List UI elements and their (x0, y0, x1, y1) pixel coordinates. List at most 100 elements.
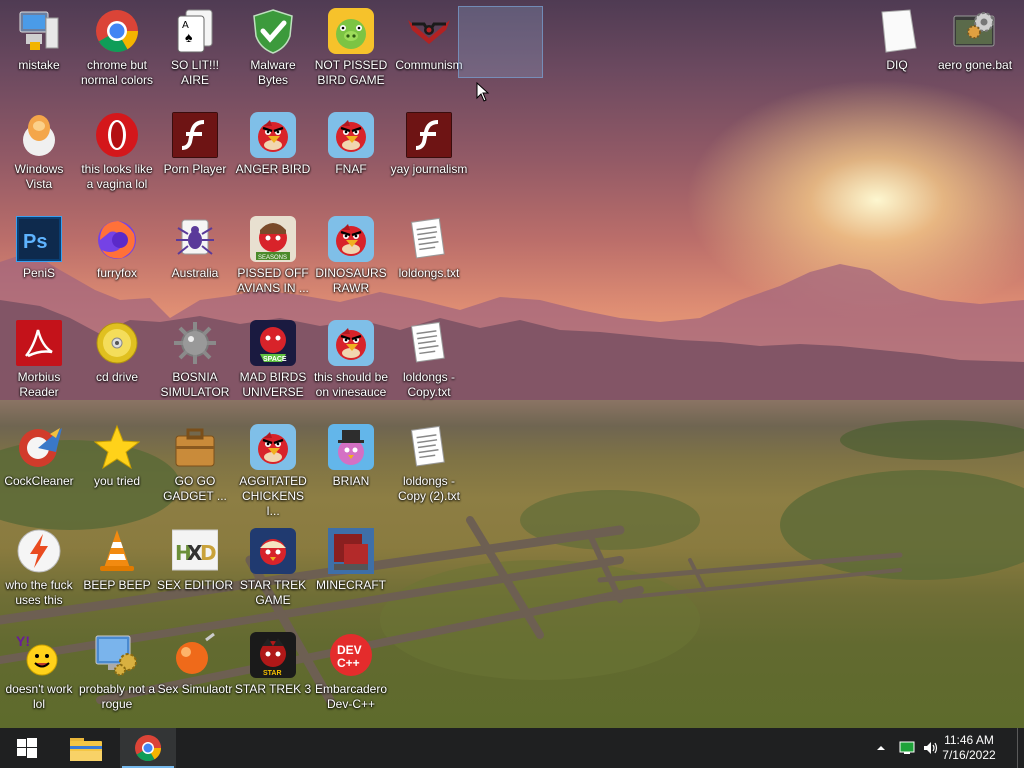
desktop-icon-label: ANGER BIRD (235, 162, 311, 176)
photoshop-icon: Ps (15, 215, 63, 263)
firefox-icon (94, 216, 140, 262)
communism-emblem-icon (406, 8, 452, 54)
desktop-icon[interactable]: Morbius Reader (0, 312, 78, 412)
show-hidden-icons-button[interactable] (872, 728, 890, 768)
ccleaner-icon (16, 424, 62, 470)
mouse-cursor-icon (476, 82, 490, 102)
desktop-icon[interactable]: BRIAN (312, 416, 390, 516)
desktop-icon[interactable]: loldongs - Copy (2).txt (390, 416, 468, 516)
desktop-icon-label: furryfox (96, 266, 137, 280)
network-icon (899, 741, 915, 754)
desktop-icon[interactable]: Sex Simulaotr (156, 624, 234, 724)
desktop-icon[interactable]: Windows Vista (0, 104, 78, 204)
svg-text:SPACE: SPACE (263, 356, 287, 363)
desktop-icon[interactable]: A ♠ SO LIT!!! AIRE (156, 0, 234, 100)
angry-birds-seasons-icon: SEASONS (250, 216, 296, 262)
desktop-icon[interactable]: NOT PISSED BIRD GAME (312, 0, 390, 100)
taskbar-chrome[interactable] (120, 728, 176, 768)
svg-text:C++: C++ (337, 656, 360, 670)
chrome-icon (135, 735, 162, 762)
desktop-icon[interactable]: Australia (156, 208, 234, 308)
angry-birds-space-icon: SPACE (250, 320, 296, 366)
desktop-icon[interactable]: ANGER BIRD (234, 104, 312, 204)
desktop-icon[interactable]: probably not a rogue (78, 624, 156, 724)
show-desktop-button[interactable] (1017, 728, 1024, 768)
dev-cpp-icon: DEV C++ (328, 632, 374, 678)
network-tray-button[interactable] (896, 728, 918, 768)
svg-text:Y!: Y! (16, 633, 30, 649)
desktop-icon[interactable]: who the fuck uses this (0, 520, 78, 620)
desktop-icon[interactable]: this should be on vinesauce (312, 312, 390, 412)
text-file-icon (406, 424, 452, 470)
start-button[interactable] (0, 728, 54, 768)
desktop-icon[interactable]: aero gone.bat (936, 0, 1014, 100)
desktop-icon[interactable]: yay journalism (390, 104, 468, 204)
desktop-icon-label: BRIAN (332, 474, 370, 488)
file-explorer-icon (70, 738, 102, 761)
desktop-icon-label: Porn Player (163, 162, 227, 176)
desktop-icon-label: NOT PISSED BIRD GAME (314, 58, 388, 87)
desktop-icon[interactable]: DINOSAURS RAWR (312, 208, 390, 308)
blank-document-icon (874, 8, 920, 54)
desktop-icon[interactable]: FNAF (312, 104, 390, 204)
desktop-icon-label: CockCleaner (4, 474, 74, 488)
desktop-icon[interactable]: cd drive (78, 312, 156, 412)
desktop-icon[interactable]: Malware Bytes (234, 0, 312, 100)
desktop-icon-label: chrome but normal colors (80, 58, 154, 87)
desktop-icon[interactable]: you tried (78, 416, 156, 516)
angry-birds-star-wars-icon (250, 528, 296, 574)
text-file-icon (406, 216, 452, 262)
desktop-icon[interactable]: Porn Player (156, 104, 234, 204)
desktop-icon[interactable]: mistake (0, 0, 78, 100)
minesweeper-mine-icon (172, 320, 218, 366)
desktop-icon[interactable]: SEASONS PISSED OFF AVIANS IN ... (234, 208, 312, 308)
desktop-icon-label: GO GO GADGET ... (163, 474, 227, 503)
desktop-icon-label: BOSNIA SIMULATOR (160, 370, 230, 399)
desktop-icon[interactable]: CockCleaner (0, 416, 78, 516)
hxd-editor-icon: HXD (171, 528, 219, 574)
desktop-icon[interactable]: Y! doesn't work lol (0, 624, 78, 724)
desktop-icon[interactable]: DEV C++ Embarcadero Dev-C++ (312, 624, 390, 724)
taskbar-file-explorer[interactable] (58, 728, 114, 768)
desktop-icon[interactable]: furryfox (78, 208, 156, 308)
desktop-icon[interactable]: loldongs.txt (390, 208, 468, 308)
desktop-icon-label: Malware Bytes (250, 58, 296, 87)
desktop-icon[interactable]: this looks like a vagina lol (78, 104, 156, 204)
desktop-icon[interactable]: GO GO GADGET ... (156, 416, 234, 516)
svg-text:STAR: STAR (263, 670, 282, 677)
desktop-icon[interactable]: Communism (390, 0, 468, 100)
desktop-icon[interactable]: BEEP BEEP (78, 520, 156, 620)
desktop-icon-label: cd drive (95, 370, 139, 384)
desktop-icon[interactable]: AGGITATED CHICKENS I... (234, 416, 312, 518)
lightning-icon (16, 528, 62, 574)
desktop-icon[interactable]: Ps PeniS (0, 208, 78, 308)
desktop-icon[interactable]: loldongs - Copy.txt (390, 312, 468, 412)
flash-player-icon (172, 112, 218, 158)
desktop-icon-label: SO LIT!!! AIRE (170, 58, 219, 87)
desktop-icon[interactable]: chrome but normal colors (78, 0, 156, 100)
desktop-icon-label: loldongs - Copy.txt (402, 370, 456, 399)
desktop-icon-label: STAR TREK GAME (239, 578, 307, 607)
egg-icon (16, 112, 62, 158)
svg-text:Ps: Ps (23, 231, 47, 253)
taskbar-clock[interactable]: 11:46 AM 7/16/2022 (934, 733, 1004, 763)
batch-gear-icon (952, 8, 998, 54)
desktop-icon[interactable]: SPACE MAD BIRDS UNIVERSE (234, 312, 312, 412)
desktop-icon-label: MAD BIRDS UNIVERSE (239, 370, 307, 399)
desktop-icon[interactable]: MINECRAFT (312, 520, 390, 620)
desktop-icon[interactable]: H X D SEX EDITIOR (156, 520, 234, 620)
svg-text:D: D (200, 541, 217, 565)
desktop-icon-label: FNAF (335, 162, 367, 176)
desktop-icon[interactable]: DIQ (858, 0, 936, 100)
flash-player-icon (406, 112, 452, 158)
desktop-icon[interactable]: STAR TREK GAME (234, 520, 312, 620)
desktop-icon-label: DIQ (886, 58, 908, 72)
angry-bird-icon (250, 112, 296, 158)
desktop-icon[interactable]: STAR STAR TREK 3 (234, 624, 312, 724)
selection-rectangle (458, 6, 543, 78)
desktop-icon-label: who the fuck uses this (5, 578, 73, 607)
pdf-reader-icon (16, 320, 62, 366)
desktop-icon[interactable]: BOSNIA SIMULATOR (156, 312, 234, 412)
desktop-icon-label: DINOSAURS RAWR (315, 266, 387, 295)
green-pig-icon (328, 8, 374, 54)
